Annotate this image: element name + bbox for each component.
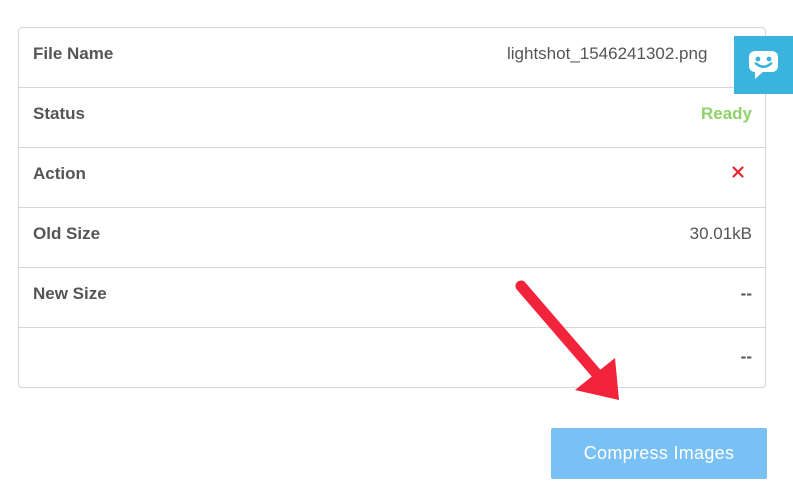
action-label: Action: [33, 164, 86, 183]
status-row: Status Ready: [19, 88, 765, 148]
new-size-value: --: [740, 284, 752, 303]
page: File Name lightshot_1546241302.png Statu…: [0, 0, 793, 496]
file-name-value: lightshot_1546241302.png: [507, 44, 708, 63]
action-row: Action: [19, 148, 765, 208]
new-size-row: New Size --: [19, 268, 765, 328]
old-size-row: Old Size 30.01kB: [19, 208, 765, 268]
file-name-label: File Name: [33, 44, 114, 63]
old-size-label: Old Size: [33, 224, 101, 243]
old-size-value: 30.01kB: [689, 224, 752, 243]
new-size-label: New Size: [33, 284, 107, 303]
status-label: Status: [33, 104, 85, 123]
file-name-row: File Name lightshot_1546241302.png: [19, 28, 765, 88]
compress-images-button[interactable]: Compress Images: [551, 428, 767, 479]
status-value: Ready: [700, 104, 752, 123]
close-icon[interactable]: [731, 165, 745, 179]
savings-value: --: [740, 347, 752, 366]
chat-widget-button[interactable]: [734, 36, 793, 94]
file-details-table: File Name lightshot_1546241302.png Statu…: [18, 27, 766, 388]
chat-bubble-icon: [749, 51, 778, 79]
savings-row: --: [19, 328, 765, 387]
